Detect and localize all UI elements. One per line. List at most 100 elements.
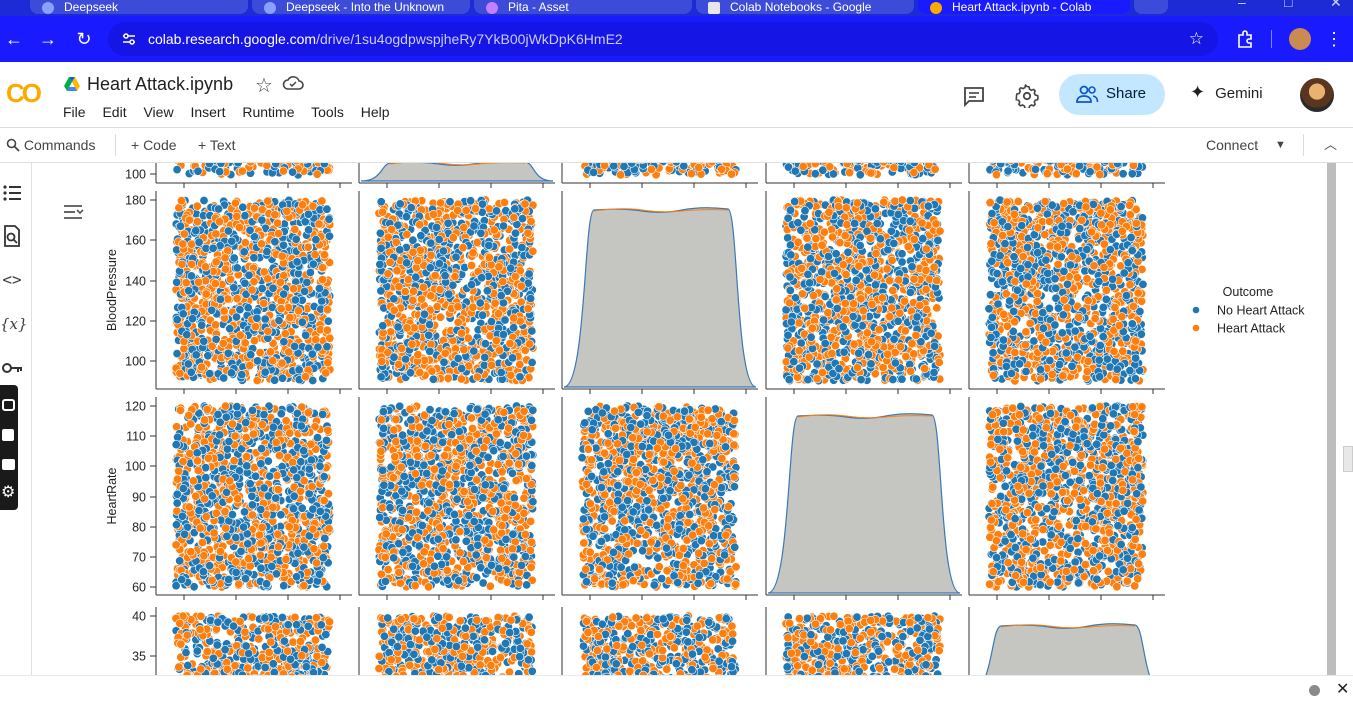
commands-button[interactable]: Commands — [6, 128, 95, 162]
scatter-point — [528, 327, 536, 335]
scatter-point — [188, 240, 196, 248]
camera-icon[interactable] — [2, 399, 15, 411]
browser-tab[interactable]: Pita - Asset — [474, 0, 692, 14]
scatter-point — [890, 239, 898, 247]
browser-tab[interactable]: Deepseek - Into the Unknown — [252, 0, 470, 14]
scatter-point — [432, 223, 440, 231]
scatter-point — [429, 375, 437, 383]
forward-arrow-icon[interactable]: → — [34, 16, 62, 62]
site-info-icon[interactable] — [122, 32, 136, 46]
toolbar-divider — [1303, 134, 1304, 156]
cloud-saved-icon[interactable] — [282, 75, 304, 91]
comments-icon[interactable] — [962, 84, 986, 108]
address-bar[interactable]: colab.research.google.com/drive/1su4ogdp… — [108, 22, 1218, 56]
scatter-point — [445, 290, 453, 298]
scatter-point — [318, 297, 326, 305]
find-replace-icon[interactable] — [0, 224, 24, 248]
menu-insert[interactable]: Insert — [190, 104, 225, 120]
menu-help[interactable]: Help — [361, 104, 390, 120]
reload-icon[interactable]: ↻ — [70, 16, 98, 62]
back-arrow-icon[interactable]: ← — [0, 16, 28, 62]
scatter-point — [820, 228, 828, 236]
scatter-point — [471, 204, 479, 212]
close-window-icon[interactable]: ✕ — [1330, 0, 1342, 11]
scatter-point — [492, 207, 500, 215]
scatter-point — [322, 369, 330, 377]
scatter-point — [517, 282, 525, 290]
scatter-point — [238, 370, 246, 378]
folder-icon[interactable] — [2, 459, 15, 470]
scatter-point — [224, 349, 232, 357]
new-tab-button[interactable] — [1134, 0, 1168, 14]
scatter-point — [200, 337, 208, 345]
scatter-point — [1072, 170, 1080, 178]
maximize-icon[interactable]: □ — [1284, 0, 1292, 10]
colab-logo[interactable]: CO — [6, 78, 39, 109]
table-of-contents-icon[interactable] — [0, 181, 24, 205]
scatter-point — [849, 300, 857, 308]
scatter-point — [500, 198, 508, 206]
scatter-point — [314, 343, 322, 351]
scatter-point — [904, 243, 912, 251]
scatter-point — [864, 351, 872, 359]
scatter-point — [930, 368, 938, 376]
browser-tab[interactable]: Deepseek — [30, 0, 248, 14]
scatter-point — [804, 243, 812, 251]
scatter-point — [511, 272, 519, 280]
menu-runtime[interactable]: Runtime — [242, 104, 294, 120]
profile-avatar[interactable] — [1289, 28, 1311, 50]
variables-icon[interactable]: {x} — [0, 312, 24, 336]
output-actions-icon[interactable] — [62, 203, 84, 221]
gemini-button[interactable]: ✦Gemini — [1190, 82, 1263, 103]
tab-label: Deepseek — [64, 0, 118, 14]
scatter-point — [808, 324, 816, 332]
secrets-key-icon[interactable] — [0, 356, 24, 380]
scatter-point — [416, 246, 424, 254]
scatter-point — [280, 338, 288, 346]
scatter-point — [208, 306, 216, 314]
scatter-point — [856, 241, 864, 249]
scatter-point — [185, 287, 193, 295]
bookmark-star-icon[interactable]: ☆ — [1189, 22, 1204, 56]
minimize-icon[interactable]: – — [1238, 0, 1246, 10]
scatter-point — [426, 264, 434, 272]
connect-dropdown-icon[interactable]: ▼ — [1275, 128, 1286, 162]
notebook-title[interactable]: Heart Attack.ipynb — [87, 74, 233, 95]
menu-tools[interactable]: Tools — [311, 104, 344, 120]
browser-tab-active[interactable]: Heart Attack.ipynb - Colab — [918, 0, 1130, 14]
scatter-point — [806, 254, 814, 262]
connect-button[interactable]: Connect — [1206, 128, 1258, 162]
settings-gear-icon[interactable] — [1015, 84, 1039, 108]
browser-tab[interactable]: Colab Notebooks - Google — [696, 0, 914, 14]
scatter-point — [786, 286, 794, 294]
scatter-point — [291, 225, 299, 233]
scatter-point — [868, 300, 876, 308]
add-text-button[interactable]: + Text — [198, 128, 236, 162]
scatter-point — [441, 272, 449, 280]
menu-file[interactable]: File — [63, 104, 86, 120]
video-icon[interactable] — [2, 429, 14, 441]
scatter-point — [891, 359, 899, 367]
scatter-point — [610, 163, 618, 170]
collapse-chevron-icon[interactable]: ︿ — [1324, 128, 1337, 162]
user-avatar[interactable] — [1300, 78, 1334, 112]
star-icon[interactable]: ☆ — [255, 73, 273, 98]
scatter-point — [379, 322, 387, 330]
scatter-point — [248, 286, 256, 294]
capture-settings-icon[interactable]: ⚙ — [1, 485, 15, 501]
scatter-point — [401, 355, 409, 363]
logo-text: CO — [6, 78, 39, 108]
share-button[interactable]: Share — [1059, 74, 1165, 115]
browser-menu-icon[interactable]: ⋮ — [1322, 16, 1346, 62]
scatter-point — [495, 346, 503, 354]
code-snippets-icon[interactable]: <> — [0, 268, 24, 292]
extensions-icon[interactable] — [1232, 16, 1258, 62]
scatter-point — [436, 313, 444, 321]
add-code-button[interactable]: + Code — [131, 128, 177, 162]
scatter-panel — [766, 191, 962, 394]
menu-view[interactable]: View — [143, 104, 173, 120]
scatter-point — [277, 305, 285, 313]
google-drive-icon[interactable] — [64, 77, 80, 91]
scatter-point — [487, 261, 495, 269]
menu-edit[interactable]: Edit — [102, 104, 126, 120]
